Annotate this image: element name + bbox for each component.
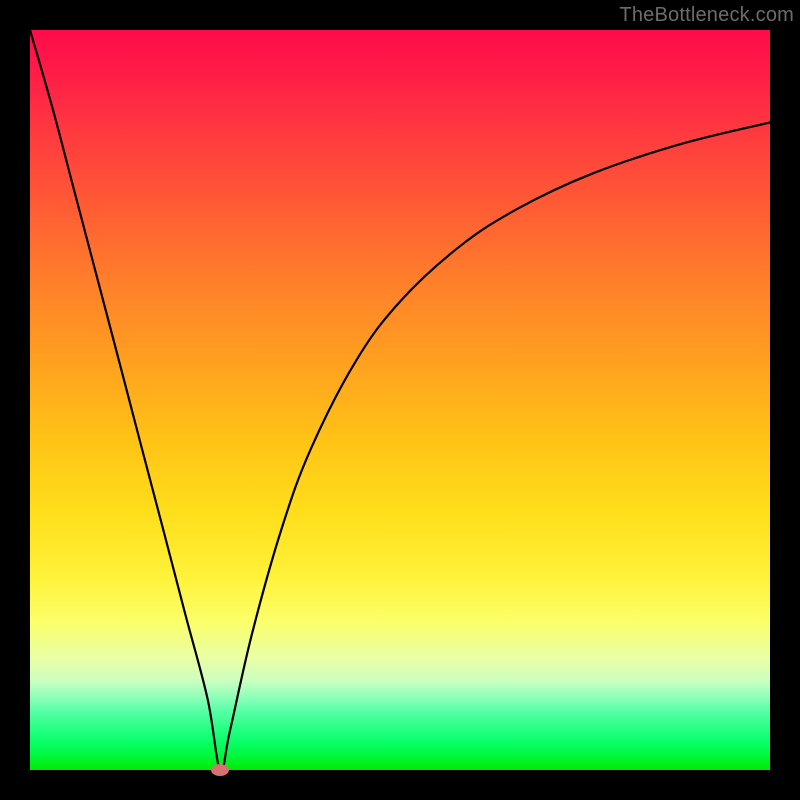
- watermark-text: TheBottleneck.com: [619, 4, 794, 27]
- bottleneck-curve: [30, 30, 770, 770]
- minimum-marker: [211, 764, 229, 776]
- plot-area: [30, 30, 770, 770]
- chart-frame: TheBottleneck.com: [0, 0, 800, 800]
